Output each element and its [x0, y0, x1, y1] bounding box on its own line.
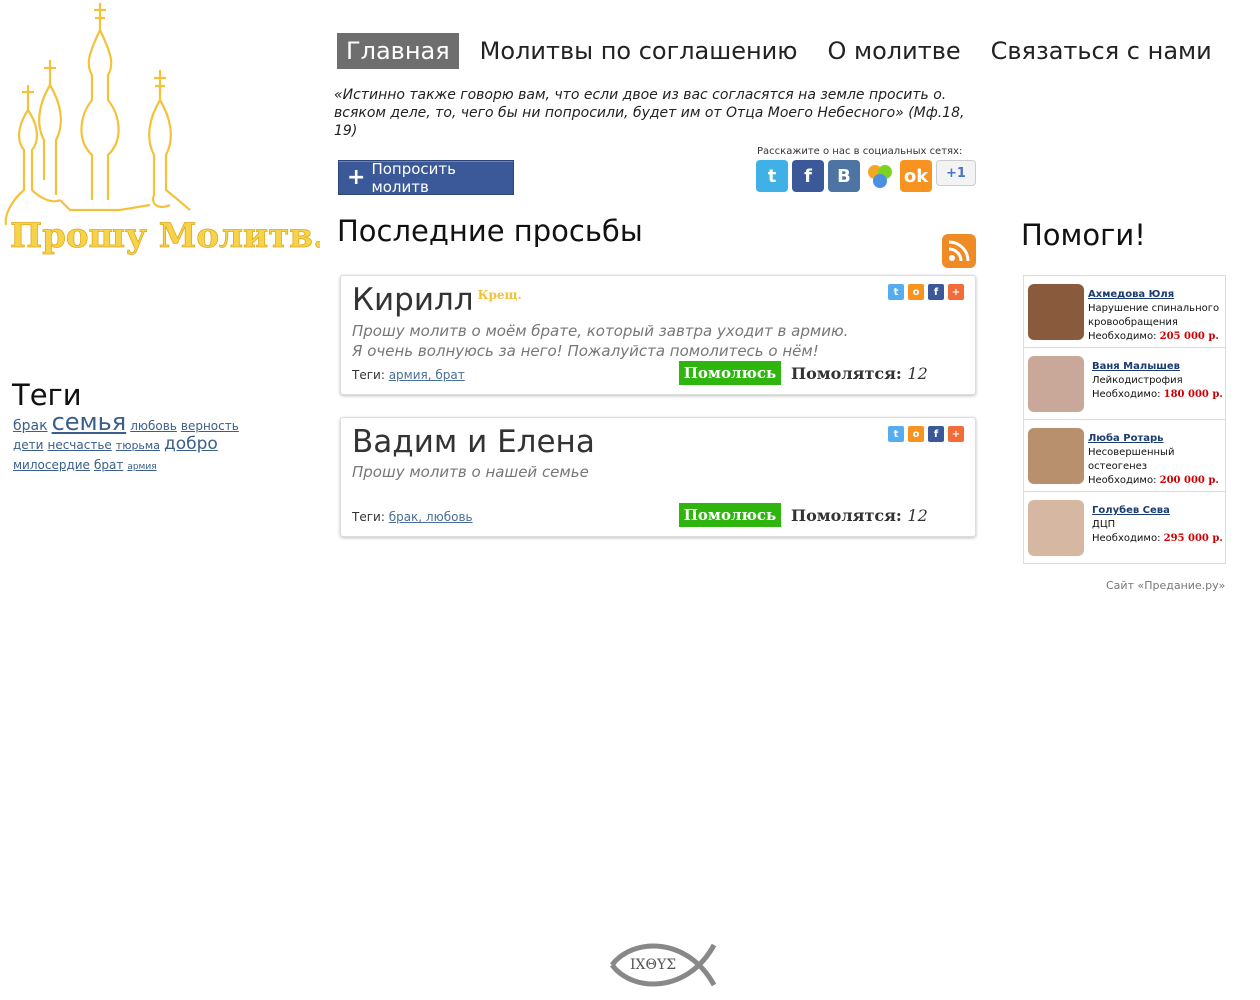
pray-button[interactable]: Помолюсь [679, 361, 781, 385]
facebook-icon[interactable]: f [792, 160, 824, 192]
child-photo[interactable] [1028, 284, 1084, 340]
request-text: Прошу молитв о моём брате, который завтр… [352, 322, 849, 340]
prayer-request-card: Вадим и Елена t o f + Прошу молитв о наш… [340, 417, 976, 537]
odnoklassniki-icon[interactable]: ok [900, 160, 932, 192]
tag-link[interactable]: семья [52, 408, 127, 436]
rss-icon[interactable] [942, 234, 976, 268]
child-name-link[interactable]: Люба Ротарь [1088, 432, 1223, 446]
add-icon[interactable]: + [948, 284, 964, 300]
tag-link[interactable]: верность [181, 419, 239, 433]
request-tags: Теги: брак, любовь [352, 510, 473, 524]
pray-count: Помолятся: 12 [791, 506, 928, 525]
diagnosis: Лейкодистрофия [1092, 375, 1183, 386]
tag-link[interactable]: добро [164, 434, 218, 454]
tag-link[interactable]: брак [13, 418, 48, 434]
odnoklassniki-icon[interactable]: o [908, 284, 924, 300]
request-tags: Теги: армия, брат [352, 368, 465, 382]
twitter-icon[interactable]: t [888, 426, 904, 442]
card-share-icons: t o f + [888, 426, 964, 442]
share-caption: Расскажите о нас в социальных сетях: [757, 146, 963, 157]
tags-title: Теги [12, 378, 82, 412]
twitter-icon[interactable]: t [756, 160, 788, 192]
google-plus-one-icon[interactable]: +1 [936, 160, 976, 186]
prayer-request-card: Кирилл Крещ. t o f + Прошу молитв о моём … [340, 275, 976, 395]
svg-text:Прошу Молитв.ру: Прошу Молитв.ру [10, 216, 320, 256]
child-name-link[interactable]: Ахмедова Юля [1088, 288, 1223, 302]
request-name: Кирилл Крещ. [352, 282, 522, 318]
social-share-bar: t f B ok +1 [756, 160, 976, 192]
ask-prayer-label: Попросить молитв [371, 159, 456, 196]
amount-needed: Необходимо: 295 000 р. [1092, 533, 1223, 544]
diagnosis: Несовершенный остеогенез [1088, 447, 1175, 472]
add-icon[interactable]: + [948, 426, 964, 442]
nav-agreement-prayers[interactable]: Молитвы по соглашению [471, 33, 807, 69]
help-list: Ахмедова Юля Нарушение спинального крово… [1023, 275, 1226, 564]
child-name-link[interactable]: Ваня Малышев [1092, 360, 1227, 374]
tag-link[interactable]: дети [13, 438, 43, 452]
vk-icon[interactable]: B [828, 160, 860, 192]
nav-about-prayer[interactable]: О молитве [818, 33, 969, 69]
request-text: Я очень волнуюсь за него! Пожалуйста пом… [352, 342, 819, 360]
child-photo[interactable] [1028, 428, 1084, 484]
latest-requests-title: Последние просьбы [337, 214, 643, 248]
main-nav: Главная Молитвы по соглашению О молитве … [337, 31, 1233, 71]
pray-count: Помолятся: 12 [791, 364, 928, 383]
diagnosis: ДЦП [1092, 519, 1116, 530]
scripture-quote: «Истинно также говорю вам, что если двое… [334, 87, 965, 139]
tag-cloud: брак семья любовь верность дети несчастье тюр… [13, 410, 239, 476]
help-item: Голубев Сева ДЦП Необходимо: 295 000 р. [1024, 492, 1225, 563]
mailru-icon[interactable] [864, 160, 896, 192]
child-name-link[interactable]: Голубев Сева [1092, 504, 1227, 518]
pray-button[interactable]: Помолюсь [679, 503, 781, 527]
ichthys-fish-icon: ΙΧΘΥΣ [608, 935, 726, 995]
site-credit: Сайт «Предание.ру» [1106, 579, 1226, 592]
request-name: Вадим и Елена [352, 424, 595, 460]
facebook-icon[interactable]: f [928, 284, 944, 300]
amount-needed: Необходимо: 200 000 р. [1088, 475, 1219, 486]
plus-icon: + [347, 164, 366, 190]
diagnosis: Нарушение спинального кровообращения [1088, 303, 1220, 328]
help-title: Помоги! [1021, 218, 1146, 252]
request-text: Прошу молитв о нашей семье [352, 463, 589, 481]
tag-link[interactable]: милосердие [13, 458, 90, 472]
tag-link[interactable]: любовь [130, 419, 177, 433]
help-item: Ахмедова Юля Нарушение спинального крово… [1024, 276, 1225, 348]
church-domes-icon: Прошу Молитв.ру [4, 3, 371, 256]
nav-home[interactable]: Главная [337, 33, 459, 69]
svg-text:ΙΧΘΥΣ: ΙΧΘΥΣ [630, 957, 676, 973]
help-item: Люба Ротарь Несовершенный остеогенез Нео… [1024, 420, 1225, 492]
baptized-badge: Крещ. [477, 288, 522, 302]
nav-contact[interactable]: Связаться с нами [982, 33, 1221, 69]
tag-link[interactable]: брат [94, 458, 123, 472]
twitter-icon[interactable]: t [888, 284, 904, 300]
site-logo[interactable]: Прошу Молитв.ру [0, 0, 371, 260]
odnoklassniki-icon[interactable]: o [908, 426, 924, 442]
predanie-link[interactable]: «Предание.ру» [1137, 579, 1225, 592]
tag-link[interactable]: армия [127, 462, 156, 472]
tag-link[interactable]: несчастье [47, 438, 111, 452]
child-photo[interactable] [1028, 356, 1084, 412]
amount-needed: Необходимо: 205 000 р. [1088, 331, 1219, 342]
tag-link[interactable]: тюрьма [116, 439, 160, 452]
facebook-icon[interactable]: f [928, 426, 944, 442]
ask-prayer-button[interactable]: + Попросить молитв [338, 159, 514, 196]
child-photo[interactable] [1028, 500, 1084, 556]
tag-link[interactable]: брак, любовь [389, 510, 473, 524]
amount-needed: Необходимо: 180 000 р. [1092, 389, 1223, 400]
card-share-icons: t o f + [888, 284, 964, 300]
help-item: Ваня Малышев Лейкодистрофия Необходимо: … [1024, 348, 1225, 420]
tag-link[interactable]: армия, брат [389, 368, 465, 382]
